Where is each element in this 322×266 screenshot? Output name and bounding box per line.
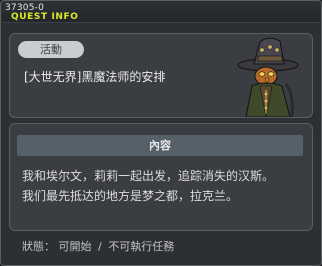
quest-summary-panel: 活動 [大世无界]黑魔法师的安排 bbox=[9, 33, 313, 118]
content-heading: 內容 bbox=[17, 135, 303, 156]
status-unavailable: 不可執行任務 bbox=[108, 240, 175, 253]
window-header[interactable]: 37305-0 QUEST INFO bbox=[2, 2, 320, 23]
status-label: 狀態： bbox=[22, 240, 55, 253]
content-line: 我们最先抵达的地方是梦之都，拉克兰。 bbox=[22, 189, 239, 203]
quest-category-tag: 活動 bbox=[18, 41, 84, 58]
status-separator: / bbox=[98, 240, 102, 253]
witch-npc-icon bbox=[237, 37, 299, 117]
quest-status: 狀態： 可開始 / 不可執行任務 bbox=[22, 238, 174, 254]
content-line: 我和埃尔文，莉莉一起出发，追踪消失的汉斯。 bbox=[22, 169, 275, 183]
quest-name: [大世无界]黑魔法师的安排 bbox=[24, 70, 166, 84]
quest-content-panel: 內容 我和埃尔文，莉莉一起出发，追踪消失的汉斯。 我们最先抵达的地方是梦之都，拉… bbox=[9, 123, 313, 231]
status-available: 可開始 bbox=[58, 240, 92, 253]
content-body: 我和埃尔文，莉莉一起出发，追踪消失的汉斯。 我们最先抵达的地方是梦之都，拉克兰。 bbox=[22, 166, 302, 206]
window-title: QUEST INFO bbox=[11, 12, 79, 22]
quest-info-window: 37305-0 QUEST INFO 活動 [大世无界]黑魔法师的安排 內容 我… bbox=[0, 0, 322, 266]
